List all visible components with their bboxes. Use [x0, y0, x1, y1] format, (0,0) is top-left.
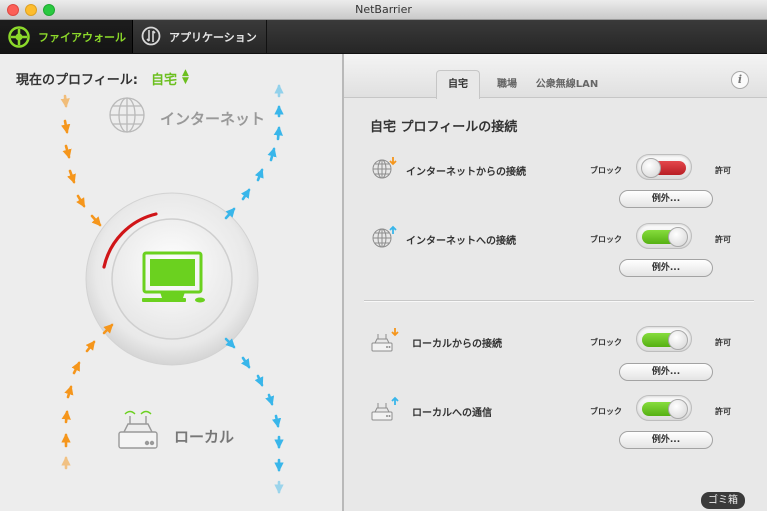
internet-label: インターネット: [160, 110, 266, 128]
rule-local-incoming-allow-label: 許可: [715, 338, 731, 347]
router-outgoing-icon: [371, 396, 399, 421]
traffic-arrow: [64, 385, 74, 399]
rule-internet-incoming-block-label: ブロック: [590, 166, 622, 175]
internet-globe-icon: [109, 97, 145, 133]
firewall-icon: [8, 26, 30, 48]
local-router-icon: [118, 410, 158, 449]
rule-local-outgoing-allow-label: 許可: [715, 407, 731, 416]
rule-internet-incoming-toggle[interactable]: [636, 154, 692, 180]
tab-applications[interactable]: アプリケーション: [133, 20, 267, 53]
traffic-arrow: [85, 340, 96, 353]
traffic-arrow: [265, 393, 275, 406]
rule-local-incoming-exceptions-button[interactable]: 例外...: [619, 363, 713, 381]
rules-panel: 自宅 職場 公衆無線LAN i 自宅 プロフィールの接続 インターネットからの接…: [344, 54, 767, 511]
traffic-arrow: [60, 94, 70, 108]
globe-outgoing-icon: [372, 225, 397, 248]
rule-local-incoming-label: ローカルからの接続: [412, 339, 502, 350]
window-title: NetBarrier: [355, 3, 412, 16]
rule-local-outgoing-toggle[interactable]: [636, 395, 692, 421]
rule-internet-outgoing-exceptions-button[interactable]: 例外...: [619, 259, 713, 277]
traffic-arrow: [90, 214, 102, 227]
dock-trash[interactable]: ゴミ箱: [701, 492, 745, 509]
rule-internet-outgoing-toggle[interactable]: [636, 223, 692, 249]
globe-incoming-icon: [372, 157, 397, 179]
profile-tabs-bar: 自宅 職場 公衆無線LAN i: [344, 54, 767, 99]
traffic-arrow: [254, 168, 264, 182]
tab-profile-public-wifi[interactable]: 公衆無線LAN: [530, 70, 604, 97]
tab-profile-work[interactable]: 職場: [486, 70, 528, 97]
traffic-arrow: [61, 410, 71, 424]
rule-internet-incoming-allow-label: 許可: [715, 166, 731, 175]
router-incoming-icon: [371, 328, 399, 352]
tab-firewall-label: ファイアウォール: [38, 30, 126, 44]
traffic-arrow: [273, 126, 283, 141]
traffic-arrow: [271, 414, 282, 428]
info-button[interactable]: i: [731, 71, 749, 89]
rule-internet-outgoing-allow-label: 許可: [715, 235, 731, 244]
rule-local-outgoing-label: ローカルへの通信: [412, 408, 492, 419]
traffic-arrow: [267, 147, 277, 162]
rule-internet-outgoing-label: インターネットへの接続: [406, 236, 516, 247]
rule-local-outgoing-exceptions-button[interactable]: 例外...: [619, 431, 713, 449]
tab-applications-label: アプリケーション: [169, 30, 257, 44]
section-title: 自宅 プロフィールの接続: [370, 120, 518, 135]
rule-internet-incoming-label: インターネットからの接続: [406, 167, 526, 178]
tab-firewall[interactable]: ファイアウォール: [0, 20, 133, 53]
local-label: ローカル: [174, 428, 235, 446]
traffic-arrow: [76, 194, 86, 208]
traffic-arrow: [62, 144, 72, 159]
section-divider: [364, 300, 754, 302]
traffic-arrow: [240, 188, 251, 201]
traffic-arrow: [71, 361, 81, 375]
traffic-arrow: [240, 356, 251, 369]
tab-profile-home[interactable]: 自宅: [436, 70, 480, 99]
rule-internet-outgoing-block-label: ブロック: [590, 235, 622, 244]
traffic-arrow: [61, 119, 71, 134]
rule-local-outgoing-block-label: ブロック: [590, 407, 622, 416]
application-icon: [141, 26, 161, 46]
rule-local-incoming-toggle[interactable]: [636, 326, 692, 352]
window-titlebar: NetBarrier: [0, 0, 767, 20]
traffic-arrow: [254, 374, 264, 387]
traffic-arrow: [67, 169, 76, 184]
toolbar: ファイアウォール アプリケーション: [0, 20, 767, 54]
rule-internet-incoming-exceptions-button[interactable]: 例外...: [619, 190, 713, 208]
profile-diagram-panel: 現在のプロフィール: 自宅 ▲ ▼ インターネット ローカル: [0, 54, 344, 511]
rule-local-incoming-block-label: ブロック: [590, 338, 622, 347]
